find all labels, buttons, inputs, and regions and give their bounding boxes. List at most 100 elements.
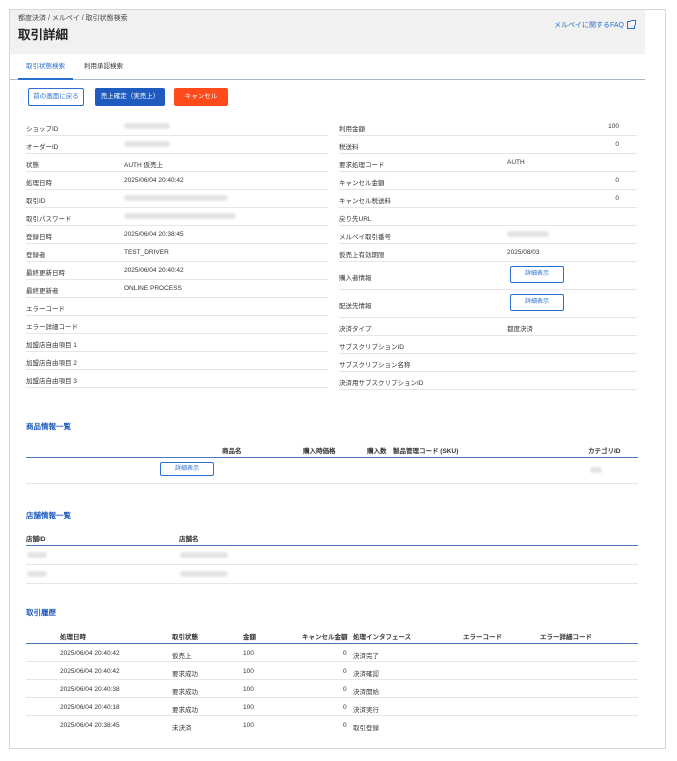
stores-section-title: 店舗情報一覧 — [26, 511, 71, 520]
field-label: 配送先情報 — [339, 303, 372, 310]
detail-row: 処理日時 2025/06/04 20:40:42 — [26, 172, 328, 190]
history-amount: 100 — [243, 650, 254, 657]
breadcrumb: 都度決済 / メルペイ / 取引状態検索 — [18, 15, 128, 22]
field-label: 最終更新日時 — [26, 270, 65, 277]
page-header: 都度決済 / メルペイ / 取引状態検索 取引詳細 メルペイに関するFAQ — [10, 10, 645, 54]
detail-row: キャンセル税送料 0 — [339, 190, 637, 208]
col-header-product-name: 商品名 — [222, 448, 242, 455]
field-label: 最終更新者 — [26, 288, 59, 295]
field-label: 要求処理コード — [339, 162, 385, 169]
history-interface: 決済開始 — [353, 689, 379, 696]
col-header-interface: 処理インタフェース — [353, 634, 412, 641]
product-detail-button[interactable]: 詳細表示 — [160, 462, 214, 476]
cancel-button[interactable]: キャンセル — [174, 88, 228, 106]
detail-row: 配送先情報 詳細表示 — [339, 290, 637, 318]
tab-approval-search[interactable]: 利用承認検索 — [76, 54, 131, 80]
faq-link-label[interactable]: メルペイに関するFAQ — [554, 20, 624, 30]
detail-row: サブスクリプションID — [339, 336, 637, 354]
history-status: 要求成功 — [172, 671, 198, 678]
history-datetime: 2025/06/04 20:40:42 — [60, 668, 120, 675]
col-header-store-name: 店舗名 — [179, 536, 199, 543]
field-value: 0 — [615, 141, 619, 148]
history-interface: 決済確認 — [353, 671, 379, 678]
field-label: 加盟店自由項目 2 — [26, 360, 77, 367]
field-label: 登録者 — [26, 252, 46, 259]
field-label: 利用金額 — [339, 126, 365, 133]
detail-row: 登録者 TEST_DRIVER — [26, 244, 328, 262]
history-status: 要求成功 — [172, 689, 198, 696]
detail-row: 税送料 0 — [339, 136, 637, 154]
history-cancel-amount: 0 — [343, 650, 347, 657]
field-value: 100 — [608, 123, 619, 130]
field-label: ショップID — [26, 126, 59, 133]
history-status: 仮売上 — [172, 653, 192, 660]
history-cancel-amount: 0 — [343, 686, 347, 693]
history-interface: 取引登録 — [353, 725, 379, 732]
detail-row: 登録日時 2025/06/04 20:38:45 — [26, 226, 328, 244]
external-link-icon — [627, 20, 636, 29]
store-name-value — [180, 571, 228, 579]
detail-row: エラーコード — [26, 298, 328, 316]
store-id-value — [27, 552, 47, 560]
history-interface: 決済完了 — [353, 653, 379, 660]
page-title: 取引詳細 — [18, 28, 69, 42]
col-header-category-id: カテゴリID — [588, 448, 621, 455]
transaction-id-value — [124, 195, 228, 203]
col-header-datetime: 処理日時 — [60, 634, 86, 641]
field-label: サブスクリプション名称 — [339, 362, 411, 369]
table-row-divider — [26, 583, 638, 584]
detail-row: 最終更新者 ONLINE PROCESS — [26, 280, 328, 298]
detail-row: 状態 AUTH 仮売上 — [26, 154, 328, 172]
field-value: 0 — [615, 195, 619, 202]
back-button[interactable]: 前の画面に戻る — [28, 88, 84, 106]
detail-row: オーダーID — [26, 136, 328, 154]
field-label: エラーコード — [26, 306, 65, 313]
shipping-detail-button[interactable]: 詳細表示 — [510, 294, 564, 311]
detail-row: ショップID — [26, 118, 328, 136]
field-label: 加盟店自由項目 1 — [26, 342, 77, 349]
detail-right-column: 利用金額 100 税送料 0 要求処理コード AUTH キャンセル金額 0 キャンセル税… — [339, 118, 637, 390]
field-label: 仮売上有効期限 — [339, 252, 385, 259]
detail-row: 取引ID — [26, 190, 328, 208]
table-row-divider — [26, 564, 638, 565]
transaction-password-value — [124, 213, 236, 221]
history-status: 未決済 — [172, 725, 192, 732]
field-value: 2025/06/04 20:40:42 — [124, 177, 184, 184]
field-value: 2025/06/04 20:40:42 — [124, 267, 184, 274]
merpay-transaction-number-value — [507, 231, 549, 239]
order-id-value — [124, 141, 170, 149]
history-interface: 決済実行 — [353, 707, 379, 714]
field-label: 決済用サブスクリプションID — [339, 380, 424, 387]
faq-link[interactable]: メルペイに関するFAQ — [554, 20, 636, 30]
tab-transaction-search[interactable]: 取引状態検索 — [18, 54, 73, 80]
history-datetime: 2025/06/04 20:40:42 — [60, 650, 120, 657]
field-label: オーダーID — [26, 144, 59, 151]
history-amount: 100 — [243, 704, 254, 711]
detail-row: 加盟店自由項目 1 — [26, 334, 328, 352]
detail-row: 加盟店自由項目 2 — [26, 352, 328, 370]
col-header-store-id: 店舗ID — [26, 536, 46, 543]
detail-row: 利用金額 100 — [339, 118, 637, 136]
history-datetime: 2025/06/04 20:40:38 — [60, 686, 120, 693]
field-value: 都度決済 — [507, 326, 533, 333]
field-label: 戻り先URL — [339, 216, 372, 223]
category-id-value — [590, 467, 602, 475]
detail-row: 要求処理コード AUTH — [339, 154, 637, 172]
detail-row: キャンセル金額 0 — [339, 172, 637, 190]
confirm-sale-button[interactable]: 売上確定（実売上） — [95, 88, 165, 106]
history-amount: 100 — [243, 722, 254, 729]
field-value: ONLINE PROCESS — [124, 285, 182, 292]
history-amount: 100 — [243, 686, 254, 693]
history-status: 要求成功 — [172, 707, 198, 714]
products-row-divider — [26, 483, 638, 484]
col-header-price: 購入時価格 — [303, 448, 336, 455]
buyer-detail-button[interactable]: 詳細表示 — [510, 266, 564, 283]
col-header-quantity: 購入数 — [367, 448, 387, 455]
col-header-error-detail: エラー詳細コード — [540, 634, 592, 641]
products-header-divider — [26, 457, 638, 458]
history-section-title: 取引履歴 — [26, 608, 56, 617]
detail-row: エラー詳細コード — [26, 316, 328, 334]
history-amount: 100 — [243, 668, 254, 675]
table-row-divider — [26, 697, 638, 698]
col-header-status: 取引状態 — [172, 634, 198, 641]
